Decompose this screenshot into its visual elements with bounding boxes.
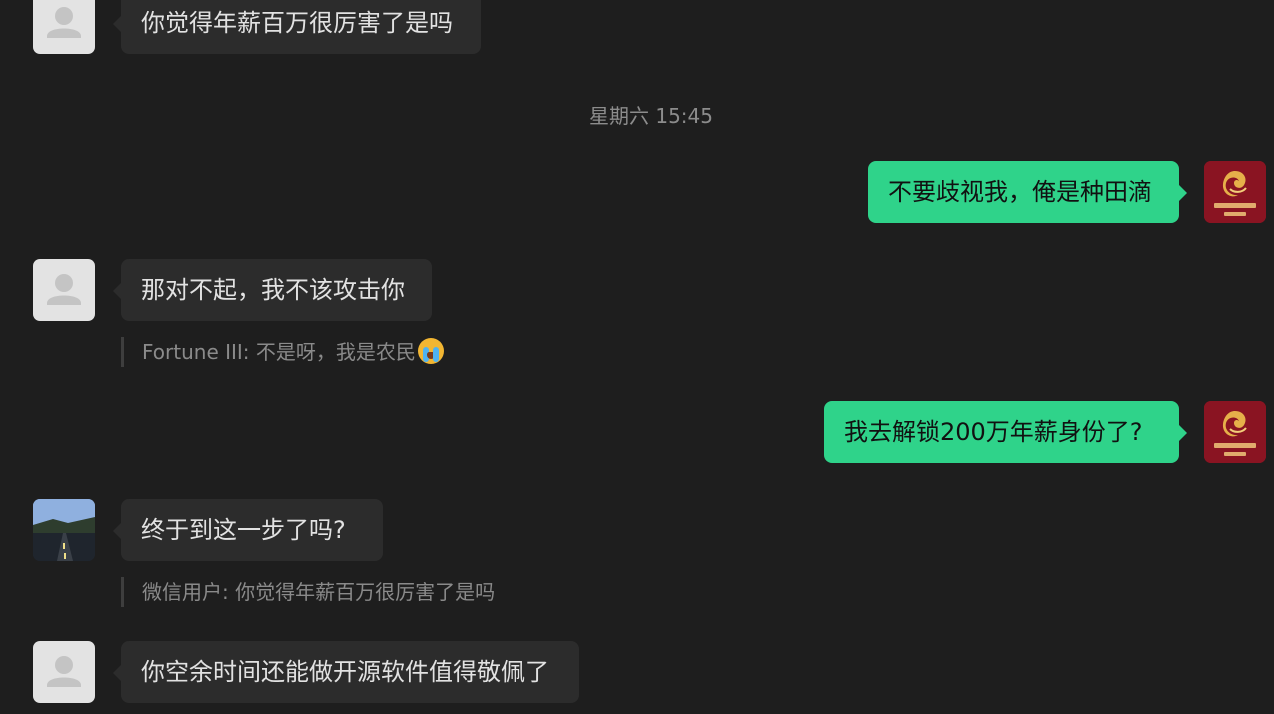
default-user-icon [47,656,81,687]
message-bubble[interactable]: 那对不起，我不该攻击你 [113,259,432,321]
message-text: 我去解锁200万年薪身份了? [844,418,1143,446]
message-text: 你空余时间还能做开源软件值得敬佩了 [141,658,549,686]
quoted-reply[interactable]: Fortune III: 不是呀，我是农民 [121,337,444,367]
loudly-crying-face-emoji [417,338,444,364]
default-avatar[interactable] [33,641,95,703]
quoted-reply[interactable]: 微信用户: 你觉得年薪百万很厉害了是吗 [121,577,495,607]
message-text: 那对不起，我不该攻击你 [141,276,405,304]
message-bubble[interactable]: 你觉得年薪百万很厉害了是吗 [113,0,481,54]
my-avatar[interactable] [1204,401,1266,463]
my-avatar[interactable] [1204,161,1266,223]
quote-text: 微信用户: 你觉得年薪百万很厉害了是吗 [142,580,496,604]
message-text: 不要歧视我，俺是种田滴 [888,178,1152,206]
quote-text: Fortune III: 不是呀，我是农民 [142,340,416,364]
road-photo-avatar[interactable] [33,499,95,561]
chat-message-list[interactable]: 你觉得年薪百万很厉害了是吗 星期六 15:45 不要歧视我，俺是种田滴 那对不起… [0,0,1274,714]
gala-logo-avatar [1204,401,1266,463]
default-user-icon [47,274,81,305]
gala-logo-avatar [1204,161,1266,223]
timestamp: 星期六 15:45 [589,104,713,128]
message-bubble-outgoing[interactable]: 我去解锁200万年薪身份了? [824,401,1187,463]
message-bubble[interactable]: 你空余时间还能做开源软件值得敬佩了 [113,641,579,703]
message-text: 终于到这一步了吗? [141,516,346,544]
default-avatar[interactable] [33,0,95,54]
message-bubble-outgoing[interactable]: 不要歧视我，俺是种田滴 [868,161,1187,223]
road-photo-icon [33,499,95,561]
default-user-icon [47,7,81,38]
default-avatar[interactable] [33,259,95,321]
message-text: 你觉得年薪百万很厉害了是吗 [141,9,453,37]
message-bubble[interactable]: 终于到这一步了吗? [113,499,383,561]
